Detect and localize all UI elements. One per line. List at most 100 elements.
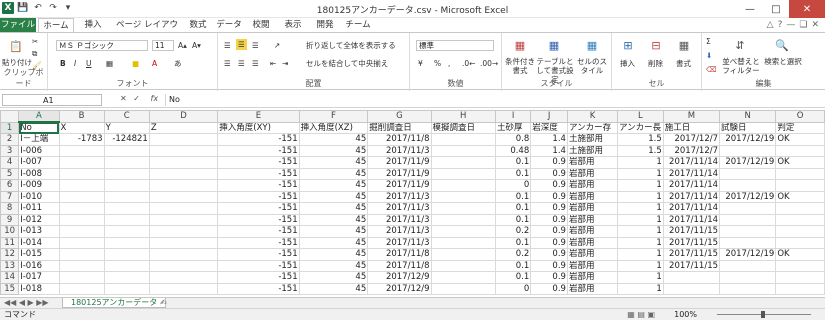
shrink-font-icon[interactable]: A▾	[192, 41, 201, 50]
row-header[interactable]: 3	[0, 144, 20, 157]
cell[interactable]: 岩部用	[566, 225, 619, 238]
cell[interactable]	[430, 144, 496, 157]
cell[interactable]	[148, 190, 219, 203]
row-header[interactable]: 14	[0, 271, 20, 284]
cell[interactable]: 2017/12/19	[719, 248, 777, 261]
cell[interactable]: -151	[217, 133, 300, 146]
select-all-corner[interactable]	[0, 110, 20, 123]
cell[interactable]: Y	[103, 121, 150, 134]
cell[interactable]: 45	[298, 259, 369, 272]
italic-icon[interactable]: I	[74, 59, 76, 68]
cell[interactable]	[103, 202, 150, 215]
cell[interactable]: 岩部用	[566, 259, 619, 272]
cell[interactable]	[719, 179, 777, 192]
cell[interactable]: 45	[298, 133, 369, 146]
column-header-n[interactable]: N	[719, 110, 777, 123]
cell[interactable]: 0.9	[530, 179, 568, 192]
cell[interactable]: 45	[298, 282, 369, 295]
cell[interactable]: -151	[217, 271, 300, 284]
cell[interactable]: 2017/11/8	[367, 259, 432, 272]
cell[interactable]: 0.9	[530, 156, 568, 169]
cell[interactable]: 0	[494, 179, 532, 192]
cell[interactable]	[148, 271, 219, 284]
cell[interactable]: 1	[617, 202, 664, 215]
column-header-e[interactable]: E	[217, 110, 300, 123]
cell[interactable]: 45	[298, 248, 369, 261]
enter-icon[interactable]: ✓	[133, 94, 140, 103]
row-header[interactable]: 1	[0, 121, 20, 134]
cell[interactable]: 0.2	[494, 248, 532, 261]
cell[interactable]: 0.9	[530, 271, 568, 284]
align-bottom-icon[interactable]: ☰	[252, 41, 259, 50]
fill-color-icon[interactable]: ■	[132, 59, 139, 68]
cell[interactable]	[58, 271, 105, 284]
cell[interactable]	[148, 282, 219, 295]
cell[interactable]: 0.9	[530, 190, 568, 203]
cell[interactable]	[719, 225, 777, 238]
cell[interactable]: 2017/11/15	[662, 225, 721, 238]
cell[interactable]	[719, 213, 777, 226]
cell[interactable]: -151	[217, 225, 300, 238]
cell[interactable]: 0.9	[530, 259, 568, 272]
cell[interactable]	[58, 190, 105, 203]
column-header-m[interactable]: M	[662, 110, 721, 123]
cell[interactable]: 0.9	[530, 202, 568, 215]
cell[interactable]: 0.48	[494, 144, 532, 157]
cell[interactable]	[148, 259, 219, 272]
cell[interactable]	[103, 271, 150, 284]
cell[interactable]: OK	[775, 133, 825, 146]
cell[interactable]	[103, 213, 150, 226]
cell[interactable]: -151	[217, 213, 300, 226]
cell[interactable]: 試験日	[719, 121, 777, 134]
column-header-c[interactable]: C	[103, 110, 150, 123]
row-header[interactable]: 12	[0, 248, 20, 261]
align-top-icon[interactable]: ☰	[224, 41, 231, 50]
cell[interactable]: 挿入角度(XY)	[217, 121, 300, 134]
cell[interactable]: 岩部用	[566, 202, 619, 215]
cell[interactable]	[103, 259, 150, 272]
cell[interactable]: 岩部用	[566, 156, 619, 169]
format-cells-icon[interactable]: ▦	[672, 35, 696, 55]
cell[interactable]: 岩部用	[566, 213, 619, 226]
tab-file[interactable]: ファイル	[0, 18, 36, 32]
format-cells-button[interactable]: 書式	[676, 59, 691, 68]
cell[interactable]: I-015	[18, 248, 60, 261]
cell[interactable]: 1	[617, 282, 664, 295]
column-header-d[interactable]: D	[148, 110, 219, 123]
tab-page-layout[interactable]: ページ レイアウト	[112, 18, 182, 44]
increase-indent-icon[interactable]: ⇥	[282, 59, 288, 68]
cell[interactable]	[58, 236, 105, 249]
cell[interactable]: 2017/11/8	[367, 248, 432, 261]
cell[interactable]	[148, 248, 219, 261]
cell[interactable]: I-016	[18, 259, 60, 272]
cell-styles-icon[interactable]: ▦	[580, 35, 604, 55]
cell[interactable]: -151	[217, 167, 300, 180]
font-color-icon[interactable]: A	[152, 59, 157, 68]
cell[interactable]	[430, 225, 496, 238]
format-table-icon[interactable]: ▦	[542, 35, 566, 55]
cell[interactable]: 0.9	[530, 282, 568, 295]
cell[interactable]: 2017/11/3	[367, 202, 432, 215]
decrease-indent-icon[interactable]: ⇤	[270, 59, 276, 68]
cell[interactable]: 1	[617, 236, 664, 249]
increase-decimal-icon[interactable]: .0←	[462, 59, 475, 68]
cell[interactable]: アンカー長	[617, 121, 664, 134]
wrap-text-button[interactable]: 折り返して全体を表示する	[306, 41, 396, 50]
border-icon[interactable]: ▦	[106, 59, 113, 68]
view-buttons[interactable]: ▦ ▤ ▣	[627, 309, 655, 320]
formula-input[interactable]: No	[165, 94, 821, 106]
cell[interactable]: 1.4	[530, 144, 568, 157]
cell[interactable]: 岩部用	[566, 248, 619, 261]
cell[interactable]: Z	[148, 121, 219, 134]
cell[interactable]: 2017/11/14	[662, 202, 721, 215]
cell[interactable]: 0.1	[494, 236, 532, 249]
cell[interactable]: 2017/12/19	[719, 190, 777, 203]
cell[interactable]: 1	[617, 271, 664, 284]
cell[interactable]	[430, 248, 496, 261]
zoom-slider[interactable]	[709, 309, 819, 320]
cell[interactable]: 1	[617, 213, 664, 226]
paste-icon[interactable]: 📋	[4, 36, 28, 56]
close-button[interactable]: ✕	[789, 0, 825, 18]
cell[interactable]: 2017/11/9	[367, 179, 432, 192]
cell[interactable]	[58, 179, 105, 192]
